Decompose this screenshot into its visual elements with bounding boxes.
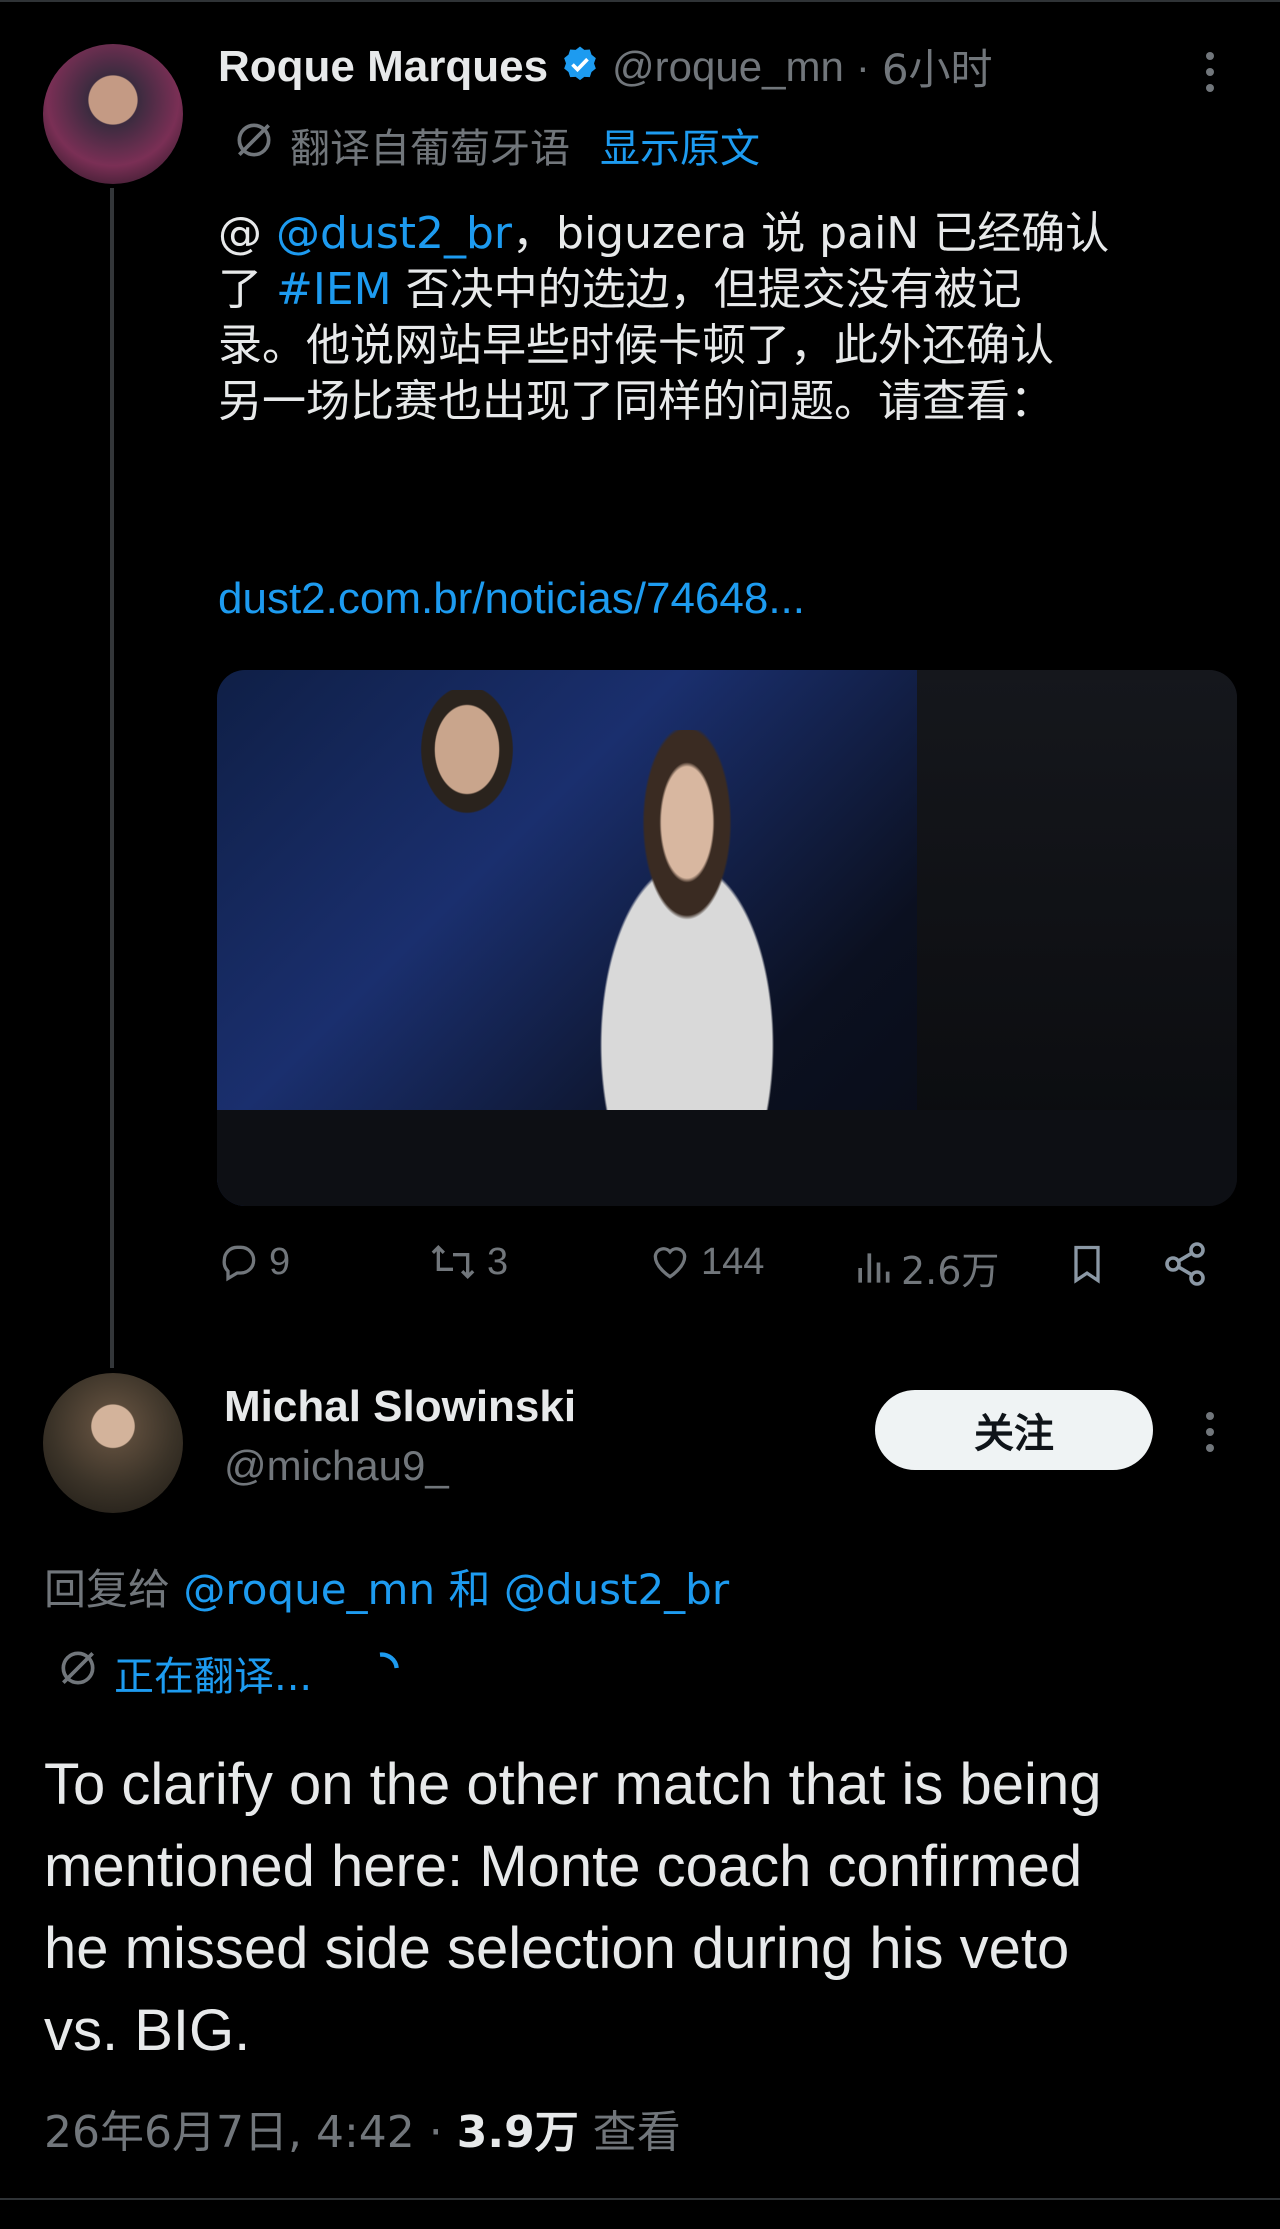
- like-icon: [647, 1240, 693, 1284]
- mention-prefix: @: [218, 208, 262, 259]
- reply-icon: [217, 1240, 261, 1284]
- views-button[interactable]: 2.6万: [853, 1240, 999, 1295]
- reply-meta: 26年6月7日, 4:42 · 3.9万 查看: [44, 2096, 681, 2160]
- views-count: 2.6万: [901, 1249, 1000, 1293]
- loading-spinner-icon: [370, 1648, 410, 1698]
- thread-connector-line: [110, 188, 114, 1368]
- avatar[interactable]: [43, 1373, 183, 1513]
- reply-views-count: 3.9万: [456, 2107, 579, 2158]
- reply-mention-1[interactable]: @roque_mn: [183, 1565, 435, 1614]
- photo-background-player: [387, 690, 547, 860]
- translate-icon: [56, 1646, 100, 1700]
- translate-icon: [232, 118, 276, 172]
- reply-and-label: 和: [448, 1565, 491, 1614]
- share-button[interactable]: [1161, 1240, 1209, 1288]
- tweet-time[interactable]: 6小时: [882, 36, 993, 97]
- translating-bar: 正在翻译...: [56, 1644, 410, 1702]
- replying-to-label: 回复给: [44, 1565, 171, 1614]
- author-handle[interactable]: @roque_mn: [612, 43, 844, 91]
- share-icon: [1161, 1240, 1209, 1288]
- tweet-body: @ @dust2_br，biguzera 说 paiN 已经确认 了 #IEM …: [218, 206, 1258, 430]
- avatar[interactable]: [43, 44, 183, 184]
- photo-player: [537, 730, 837, 1150]
- tweet-header: Roque Marques @roque_mn · 6小时: [218, 36, 993, 97]
- like-button[interactable]: 144: [647, 1240, 764, 1284]
- more-icon[interactable]: [1206, 1412, 1214, 1452]
- bookmark-icon: [1065, 1240, 1109, 1288]
- time-separator: ·: [855, 42, 870, 90]
- retweet-button[interactable]: 3: [427, 1240, 508, 1284]
- reply-author-handle[interactable]: @michau9_: [224, 1442, 449, 1490]
- reply-timestamp[interactable]: 26年6月7日, 4:42: [44, 2107, 415, 2158]
- translating-label[interactable]: 正在翻译...: [114, 1644, 312, 1702]
- reply-mention-2[interactable]: @dust2_br: [504, 1565, 729, 1614]
- like-count: 144: [701, 1240, 765, 1283]
- hashtag-link[interactable]: #IEM: [276, 264, 392, 315]
- verified-badge-icon: [560, 44, 600, 89]
- retweet-count: 3: [487, 1240, 509, 1283]
- more-icon[interactable]: [1206, 52, 1214, 92]
- top-divider: [0, 0, 1280, 2]
- retweet-icon: [427, 1240, 479, 1284]
- reply-body: To clarify on the other match that is be…: [44, 1752, 1102, 2063]
- replying-to: 回复给 @roque_mn 和 @dust2_br: [44, 1556, 729, 1617]
- article-link[interactable]: dust2.com.br/noticias/74648...: [218, 574, 805, 624]
- mention-link[interactable]: @dust2_br: [276, 208, 512, 259]
- reply-views-label: 查看: [592, 2107, 681, 2158]
- views-icon: [853, 1246, 893, 1290]
- reply-count: 9: [269, 1240, 291, 1283]
- bottom-divider: [0, 2198, 1280, 2200]
- tweet-image[interactable]: [217, 670, 1237, 1206]
- reply-author-name[interactable]: Michal Slowinski: [224, 1382, 576, 1432]
- author-name[interactable]: Roque Marques: [218, 42, 548, 92]
- meta-separator: ·: [428, 2107, 443, 2158]
- bookmark-button[interactable]: [1065, 1240, 1109, 1288]
- reply-button[interactable]: 9: [217, 1240, 290, 1284]
- translation-bar: 翻译自葡萄牙语 显示原文: [232, 116, 760, 174]
- photo-desk: [217, 1110, 1237, 1206]
- follow-button[interactable]: 关注: [875, 1390, 1153, 1470]
- tweet-action-bar: 9 3 144 2.6万: [217, 1240, 1217, 1296]
- show-original-link[interactable]: 显示原文: [600, 116, 760, 174]
- translated-from-label: 翻译自葡萄牙语: [290, 126, 570, 172]
